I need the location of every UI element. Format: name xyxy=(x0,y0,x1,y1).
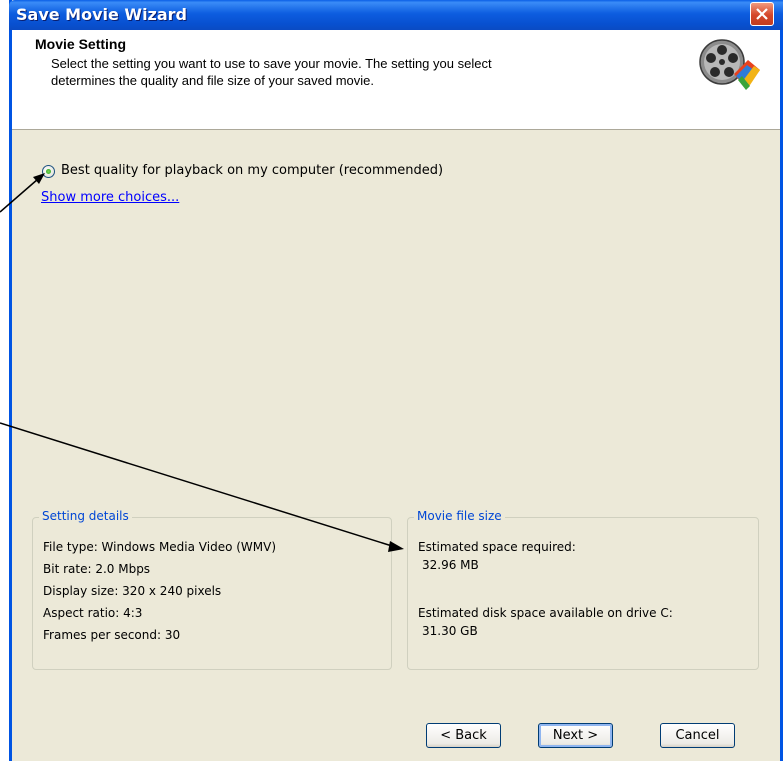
annotation-arrow-radio xyxy=(0,178,39,213)
annotation-arrows xyxy=(0,173,404,552)
annotation-arrowhead xyxy=(388,541,404,552)
annotation-arrow-file-size xyxy=(0,422,393,547)
